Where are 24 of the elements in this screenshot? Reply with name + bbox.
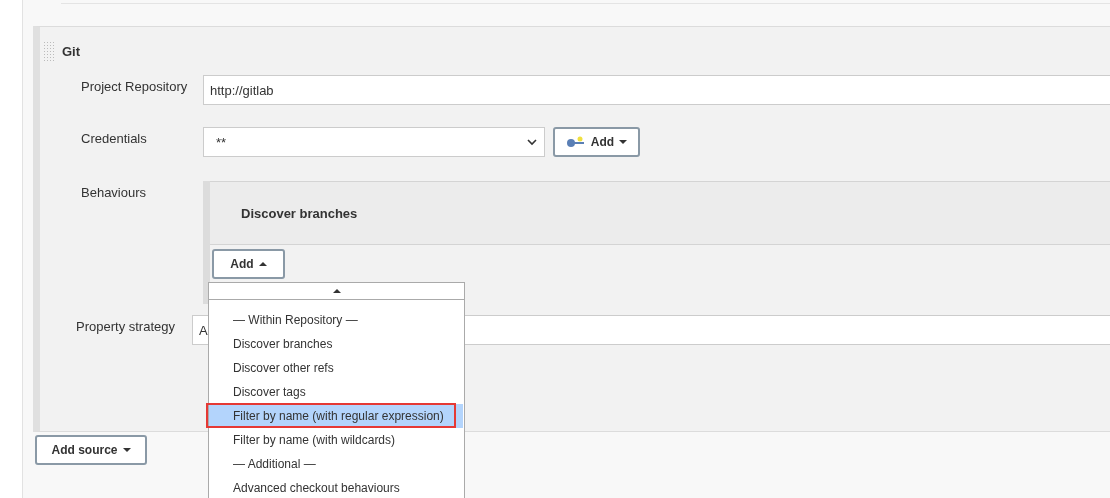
caret-icon xyxy=(619,140,628,144)
scroll-up-icon[interactable] xyxy=(332,289,341,293)
menu-group-header: — Within Repository — xyxy=(232,312,359,329)
add-credentials-button[interactable]: Add xyxy=(553,127,640,157)
credentials-select[interactable]: ** xyxy=(203,127,545,157)
menu-item[interactable]: Advanced checkout behaviours xyxy=(209,476,463,498)
add-behaviour-button[interactable]: Add xyxy=(212,249,285,279)
chevron-down-icon xyxy=(526,136,538,148)
caret-icon xyxy=(258,262,267,266)
menu-item[interactable]: Discover tags xyxy=(209,380,463,404)
field-label: Project Repository xyxy=(80,78,189,96)
menu-item[interactable]: Filter by name (with regular expression) xyxy=(209,404,463,428)
add-source-button[interactable]: Add source xyxy=(35,435,147,465)
menu-group-header: — Additional — xyxy=(232,456,317,473)
caret-icon xyxy=(122,448,131,452)
field-label: Credentials xyxy=(80,130,148,148)
field-label: Property strategy xyxy=(75,318,176,336)
repository-field[interactable]: http://gitlab xyxy=(203,75,1110,105)
menu-item[interactable]: Filter by name (with wildcards) xyxy=(209,428,463,452)
menu-item[interactable]: Discover other refs xyxy=(209,356,463,380)
behaviour-title: Discover branches xyxy=(241,205,358,221)
key-icon xyxy=(565,136,586,148)
field-label: Behaviours xyxy=(80,184,148,202)
section-title: Git xyxy=(62,43,81,59)
